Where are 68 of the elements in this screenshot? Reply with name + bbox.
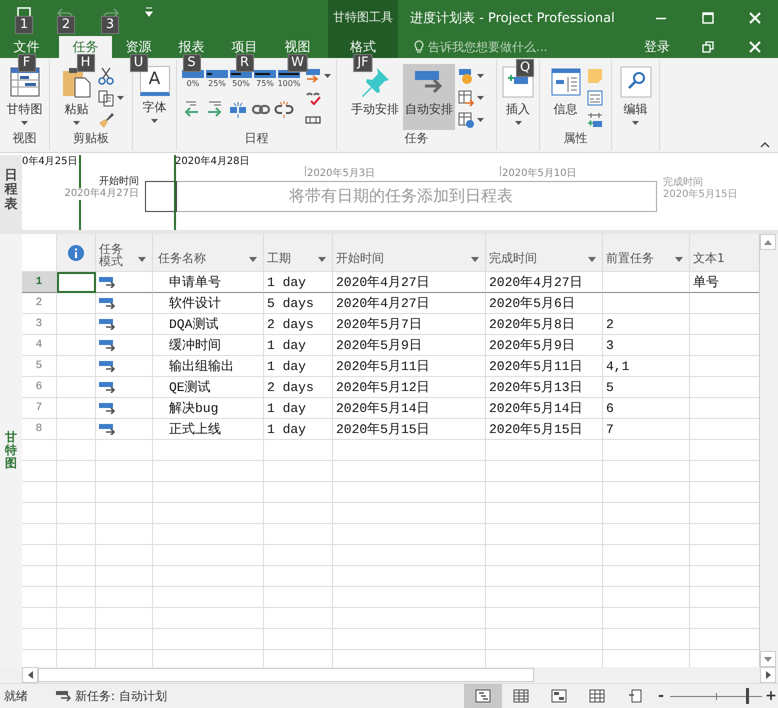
timeline-finish-label: 完成时间 <box>663 177 704 189</box>
table-cell: 2 <box>602 314 690 335</box>
table-cell: 5 days <box>264 293 333 314</box>
table-cell: 7 <box>602 419 690 440</box>
table-cell: 4,1 <box>602 356 690 377</box>
keytip-tooltip: 2 <box>57 16 75 34</box>
table-cell: 解决bug <box>152 398 264 419</box>
table-cell: 2 days <box>264 314 333 335</box>
keytip-tooltip: W <box>287 54 308 72</box>
table-cell: 1 day <box>264 356 333 377</box>
table-cell: 3 <box>602 335 690 356</box>
keytip-tooltip: F <box>18 54 36 72</box>
window-title: 进度计划表 - Project Professional <box>409 10 616 27</box>
timeline-start-label: 开始时间 <box>99 176 139 188</box>
table-cell: 1 day <box>264 335 333 356</box>
timeline-date-label: 2020年5月10日 <box>501 167 577 180</box>
ribbon-group-label: 日程 <box>244 130 270 147</box>
timeline-side-label: 日程表 <box>4 169 18 214</box>
table-cell: 缓冲时间 <box>152 335 264 356</box>
keytip-tooltip: U <box>130 54 148 72</box>
status-text: 就绪 <box>4 688 28 704</box>
table-cell: DQA测试 <box>152 314 264 335</box>
table-cell: 6 <box>602 398 690 419</box>
table-cell: 2020年5月8日 <box>486 314 603 335</box>
timeline-date-label: 0年4月25日 <box>22 155 78 168</box>
table-cell: 2020年5月11日 <box>332 356 486 377</box>
view-label: 甘特图 <box>4 430 17 470</box>
table-cell: 2020年5月6日 <box>486 293 603 314</box>
table-cell: 2020年5月7日 <box>332 314 486 335</box>
keytip-tooltip: JF <box>353 54 373 72</box>
table-cell: 2020年5月15日 <box>486 419 603 440</box>
table-cell: 正式上线 <box>152 419 264 440</box>
keytip-tooltip: R <box>236 54 254 72</box>
table-cell: 5 <box>602 377 690 398</box>
table-cell: 2020年5月13日 <box>486 377 603 398</box>
table-cell: 1 day <box>264 419 333 440</box>
context-tab-group-label: 甘特图工具 <box>333 9 393 26</box>
table-cell: 1 day <box>264 398 333 419</box>
table-cell: 2020年5月9日 <box>486 335 603 356</box>
table-cell: 输出组输出 <box>152 356 264 377</box>
table-cell: 2020年5月14日 <box>332 398 486 419</box>
keytip-tooltip: 3 <box>101 16 119 34</box>
timeline-finish-date: 2020年5月15日 <box>663 189 738 201</box>
ribbon-group-label: 剪贴板 <box>72 130 110 147</box>
timeline-date-label: 2020年5月3日 <box>306 167 376 180</box>
table-cell: 2020年5月15日 <box>332 419 486 440</box>
table-cell: QE测试 <box>152 377 264 398</box>
table-cell: 2020年5月11日 <box>486 356 603 377</box>
table-cell: 2020年5月9日 <box>332 335 486 356</box>
keytip-tooltip: S <box>182 54 200 72</box>
table-cell: 2 days <box>264 377 333 398</box>
timeline-date-label: 2020年4月28日 <box>175 155 250 168</box>
table-cell: 1 day <box>264 272 333 293</box>
ribbon-group-label: 属性 <box>562 130 588 147</box>
table-cell: 2020年5月14日 <box>486 398 603 419</box>
ribbon-group-label: 视图 <box>12 130 38 147</box>
font-icon: A <box>140 66 170 96</box>
table-cell: 申请单号 <box>152 272 264 293</box>
keytip-tooltip: 1 <box>15 16 33 34</box>
keytip-tooltip: H <box>76 54 94 72</box>
keytip-tooltip: Q <box>516 59 534 77</box>
table-cell: 2020年4月27日 <box>332 272 486 293</box>
timeline-start-date: 2020年4月27日 <box>64 188 139 200</box>
table-cell: 2020年4月27日 <box>486 272 603 293</box>
table-cell: 2020年4月27日 <box>332 293 486 314</box>
table-cell: 软件设计 <box>152 293 264 314</box>
ribbon-group-label: 任务 <box>404 130 430 147</box>
table-cell: 2020年5月12日 <box>332 377 486 398</box>
